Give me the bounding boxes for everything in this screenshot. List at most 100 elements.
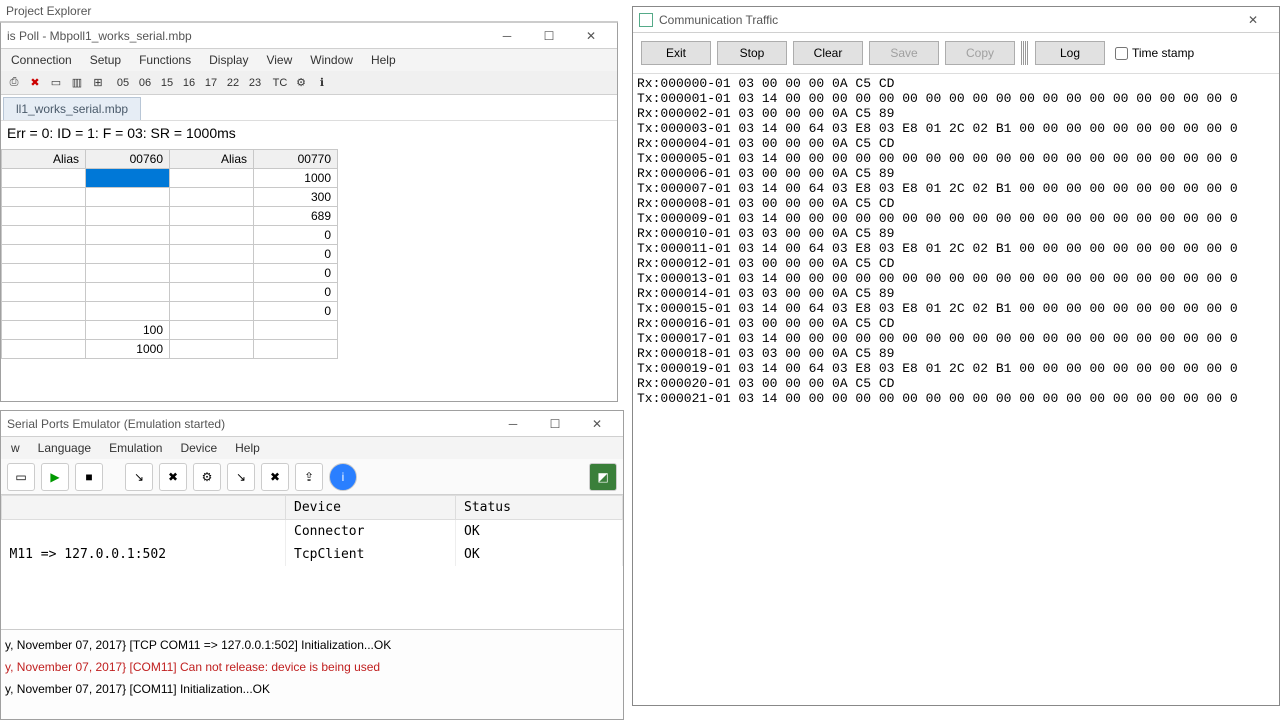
- menu-display[interactable]: Display: [205, 51, 252, 69]
- emu-log[interactable]: y, November 07, 2017} [TCP COM11 => 127.…: [1, 629, 623, 719]
- traffic-log[interactable]: Rx:000000-01 03 00 00 00 0A C5 CD Tx:000…: [633, 74, 1279, 408]
- play-icon[interactable]: ▶: [41, 463, 69, 491]
- timestamp-checkbox[interactable]: Time stamp: [1115, 46, 1194, 60]
- cell[interactable]: [86, 207, 170, 226]
- cell[interactable]: 0: [254, 245, 338, 264]
- tb-15[interactable]: 15: [157, 73, 177, 93]
- exit-button[interactable]: Exit: [641, 41, 711, 65]
- log-button[interactable]: Log: [1035, 41, 1105, 65]
- cell[interactable]: [2, 207, 86, 226]
- cell[interactable]: [2, 283, 86, 302]
- cell[interactable]: 300: [254, 188, 338, 207]
- tb-17[interactable]: 17: [201, 73, 221, 93]
- cell[interactable]: 0: [254, 302, 338, 321]
- cell[interactable]: [2, 302, 86, 321]
- cell[interactable]: [86, 245, 170, 264]
- cell[interactable]: [2, 321, 86, 340]
- cell[interactable]: [170, 321, 254, 340]
- tb-22[interactable]: 22: [223, 73, 243, 93]
- cell[interactable]: [2, 245, 86, 264]
- col-alias-1[interactable]: Alias: [2, 150, 86, 169]
- cell[interactable]: [2, 169, 86, 188]
- col-770[interactable]: 00770: [254, 150, 338, 169]
- add-port-icon[interactable]: ↘: [125, 463, 153, 491]
- help-icon[interactable]: ℹ: [312, 73, 332, 93]
- poll-titlebar[interactable]: is Poll - Mbpoll1_works_serial.mbp ─ ☐ ✕: [1, 23, 617, 49]
- clear-button[interactable]: Clear: [793, 41, 863, 65]
- document-tab[interactable]: ll1_works_serial.mbp: [3, 97, 141, 120]
- emu-titlebar[interactable]: Serial Ports Emulator (Emulation started…: [1, 411, 623, 437]
- cell[interactable]: [170, 302, 254, 321]
- menu-functions[interactable]: Functions: [135, 51, 195, 69]
- register-grid[interactable]: Alias 00760 Alias 00770 1000300689000001…: [1, 149, 338, 359]
- cell[interactable]: [170, 188, 254, 207]
- delete-icon[interactable]: ✖: [25, 73, 45, 93]
- minimize-button[interactable]: ─: [493, 413, 533, 435]
- cell[interactable]: 0: [254, 226, 338, 245]
- tb-16[interactable]: 16: [179, 73, 199, 93]
- cell[interactable]: 100: [86, 321, 170, 340]
- cell[interactable]: [170, 226, 254, 245]
- print-icon[interactable]: ⎙: [4, 73, 24, 93]
- table-row[interactable]: 1000: [2, 169, 338, 188]
- close-button[interactable]: ✕: [571, 25, 611, 47]
- tb-05[interactable]: 05: [113, 73, 133, 93]
- menu-help[interactable]: Help: [367, 51, 400, 69]
- table-row[interactable]: 0: [2, 283, 338, 302]
- table-row[interactable]: 100: [2, 321, 338, 340]
- cell[interactable]: [170, 245, 254, 264]
- cell[interactable]: [170, 169, 254, 188]
- cell[interactable]: [2, 340, 86, 359]
- cell[interactable]: [170, 340, 254, 359]
- close-button[interactable]: ✕: [577, 413, 617, 435]
- export-icon[interactable]: ⇪: [295, 463, 323, 491]
- cell[interactable]: [86, 283, 170, 302]
- save-button[interactable]: Save: [869, 41, 939, 65]
- cell[interactable]: 1000: [86, 340, 170, 359]
- cell[interactable]: 0: [254, 283, 338, 302]
- col-alias-2[interactable]: Alias: [170, 150, 254, 169]
- table-row[interactable]: 0: [2, 245, 338, 264]
- link-icon[interactable]: ↘: [227, 463, 255, 491]
- col-760[interactable]: 00760: [86, 150, 170, 169]
- maximize-button[interactable]: ☐: [529, 25, 569, 47]
- table-row[interactable]: 0: [2, 226, 338, 245]
- menu-device[interactable]: Device: [176, 439, 221, 457]
- menu-window[interactable]: Window: [306, 51, 357, 69]
- menu-view[interactable]: View: [262, 51, 296, 69]
- cell[interactable]: [86, 302, 170, 321]
- unlink-icon[interactable]: ✖: [261, 463, 289, 491]
- divider-icon[interactable]: [1021, 41, 1029, 65]
- menu-emulation[interactable]: Emulation: [105, 439, 166, 457]
- new-icon[interactable]: ▭: [7, 463, 35, 491]
- col-status[interactable]: Status: [456, 496, 623, 520]
- table-row[interactable]: 689: [2, 207, 338, 226]
- doc-icon[interactable]: ▭: [46, 73, 66, 93]
- timestamp-input[interactable]: [1115, 47, 1128, 60]
- menu-w[interactable]: w: [7, 439, 24, 457]
- stop-button[interactable]: Stop: [717, 41, 787, 65]
- tb-23[interactable]: 23: [245, 73, 265, 93]
- cell[interactable]: [2, 188, 86, 207]
- tc-icon[interactable]: TC: [270, 73, 290, 93]
- minimize-button[interactable]: ─: [487, 25, 527, 47]
- menu-setup[interactable]: Setup: [86, 51, 125, 69]
- tool-icon[interactable]: ⊞: [88, 73, 108, 93]
- cell[interactable]: [86, 226, 170, 245]
- cell[interactable]: [2, 264, 86, 283]
- menu-language[interactable]: Language: [34, 439, 95, 457]
- menu-connection[interactable]: Connection: [7, 51, 76, 69]
- col-device[interactable]: Device: [286, 496, 456, 520]
- config-icon[interactable]: ⚙: [193, 463, 221, 491]
- copy-button[interactable]: Copy: [945, 41, 1015, 65]
- table-row[interactable]: 300: [2, 188, 338, 207]
- info-icon[interactable]: i: [329, 463, 357, 491]
- cell[interactable]: [2, 226, 86, 245]
- table-row[interactable]: ConnectorOK: [2, 520, 623, 544]
- cell[interactable]: [170, 283, 254, 302]
- menu-help[interactable]: Help: [231, 439, 264, 457]
- maximize-button[interactable]: ☐: [535, 413, 575, 435]
- table-row[interactable]: 1000: [2, 340, 338, 359]
- cell[interactable]: 0: [254, 264, 338, 283]
- remove-port-icon[interactable]: ✖: [159, 463, 187, 491]
